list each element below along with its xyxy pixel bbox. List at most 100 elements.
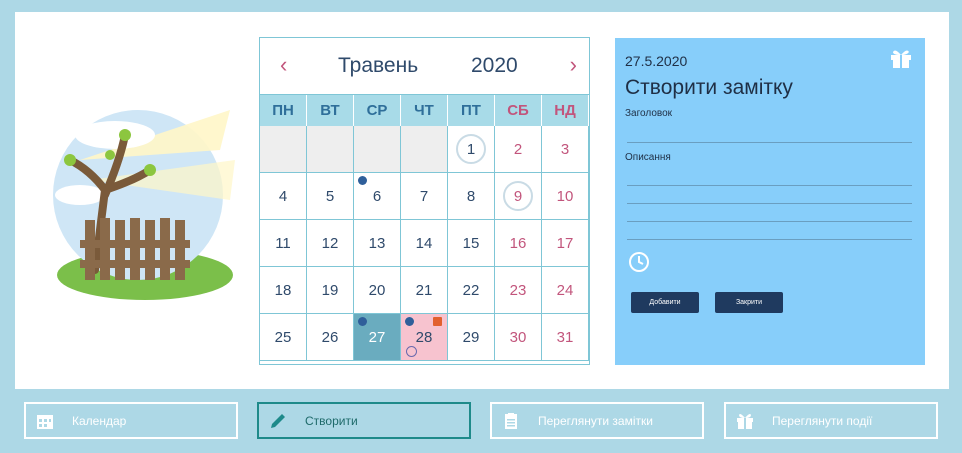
calendar-header: ‹ Травень 2020 › xyxy=(260,38,589,95)
day-number: 23 xyxy=(509,281,527,299)
gift-icon[interactable] xyxy=(890,48,912,68)
day-number: 29 xyxy=(462,328,480,346)
description-line xyxy=(627,203,912,204)
pencil-icon xyxy=(271,413,285,428)
day-number: 2 xyxy=(513,140,523,158)
day-cell[interactable]: 4 xyxy=(260,173,307,220)
day-number: 9 xyxy=(513,187,523,205)
globe-icon xyxy=(358,317,367,326)
day-cell[interactable]: 27 xyxy=(354,314,401,361)
day-cell[interactable]: 6 xyxy=(354,173,401,220)
gift-icon xyxy=(433,317,442,326)
day-number: 30 xyxy=(509,328,527,346)
day-cell[interactable]: 12 xyxy=(307,220,354,267)
day-cell[interactable]: 11 xyxy=(260,220,307,267)
close-button[interactable]: Закрити xyxy=(715,292,783,313)
day-number: 20 xyxy=(368,281,386,299)
calendar-icon xyxy=(37,414,53,429)
day-number: 7 xyxy=(419,187,429,205)
day-cell[interactable]: 20 xyxy=(354,267,401,314)
day-cell[interactable]: 23 xyxy=(495,267,542,314)
globe-icon xyxy=(358,176,367,185)
tab-label: Переглянути події xyxy=(772,413,873,428)
tab-view-events[interactable]: Переглянути події xyxy=(724,402,938,439)
next-month-button[interactable]: › xyxy=(570,52,577,78)
title-label: Заголовок xyxy=(625,108,673,119)
day-number: 1 xyxy=(466,140,476,158)
gift-icon xyxy=(737,413,753,429)
spring-tree-illustration xyxy=(53,110,235,300)
add-button[interactable]: Добавити xyxy=(631,292,699,313)
day-cell[interactable]: 31 xyxy=(542,314,589,361)
day-number: 6 xyxy=(372,187,382,205)
clipboard-icon xyxy=(505,412,517,429)
description-line xyxy=(627,239,912,240)
day-cell[interactable]: 3 xyxy=(542,126,589,173)
day-number: 26 xyxy=(321,328,339,346)
day-cell[interactable]: 29 xyxy=(448,314,495,361)
empty-day-cell xyxy=(354,126,401,173)
calendar: ‹ Травень 2020 › ПН ВТ СР ЧТ ПТ СБ НД 1 2 3 4 5 6 7 8 9… xyxy=(259,37,590,365)
day-cell[interactable]: 19 xyxy=(307,267,354,314)
day-number: 22 xyxy=(462,281,480,299)
day-number: 31 xyxy=(556,328,574,346)
clock-icon[interactable] xyxy=(628,251,650,273)
day-cell[interactable]: 9 xyxy=(495,173,542,220)
day-cell[interactable]: 15 xyxy=(448,220,495,267)
note-heading: Створити замітку xyxy=(625,76,793,99)
tab-calendar[interactable]: Календар xyxy=(24,402,238,439)
day-cell[interactable]: 13 xyxy=(354,220,401,267)
tab-label: Переглянути замітки xyxy=(538,413,653,428)
day-cell[interactable]: 16 xyxy=(495,220,542,267)
day-cell[interactable]: 18 xyxy=(260,267,307,314)
day-number: 15 xyxy=(462,234,480,252)
calendar-grid: ПН ВТ СР ЧТ ПТ СБ НД 1 2 3 4 5 6 7 8 9 10 11 12 13 14 15 16 17 1… xyxy=(260,95,589,361)
tab-label: Створити xyxy=(305,413,358,428)
tab-label: Календар xyxy=(72,413,127,428)
day-number: 16 xyxy=(509,234,527,252)
description-label: Описання xyxy=(625,152,671,163)
note-date: 27.5.2020 xyxy=(625,53,688,69)
day-cell[interactable]: 17 xyxy=(542,220,589,267)
tab-view-notes[interactable]: Переглянути замітки xyxy=(490,402,704,439)
day-number: 12 xyxy=(321,234,339,252)
year-label: 2020 xyxy=(471,54,518,77)
day-number: 8 xyxy=(466,187,476,205)
day-number: 19 xyxy=(321,281,339,299)
day-cell[interactable]: 2 xyxy=(495,126,542,173)
empty-day-cell xyxy=(307,126,354,173)
day-cell[interactable]: 28 xyxy=(401,314,448,361)
globe-icon xyxy=(405,317,414,326)
day-number: 4 xyxy=(278,187,288,205)
tab-create[interactable]: Створити xyxy=(257,402,471,439)
day-cell[interactable]: 10 xyxy=(542,173,589,220)
weekday-header: СБ xyxy=(495,95,542,126)
day-number: 18 xyxy=(274,281,292,299)
title-underline xyxy=(627,142,912,143)
day-cell[interactable]: 5 xyxy=(307,173,354,220)
day-number: 17 xyxy=(556,234,574,252)
prev-month-button[interactable]: ‹ xyxy=(280,52,287,78)
day-cell[interactable]: 7 xyxy=(401,173,448,220)
day-cell[interactable]: 22 xyxy=(448,267,495,314)
day-cell[interactable]: 26 xyxy=(307,314,354,361)
day-cell[interactable]: 1 xyxy=(448,126,495,173)
day-number: 11 xyxy=(275,234,291,252)
clock-icon xyxy=(406,346,417,357)
day-cell[interactable]: 24 xyxy=(542,267,589,314)
title-input[interactable] xyxy=(627,124,916,142)
day-number: 3 xyxy=(560,140,570,158)
month-label: Травень xyxy=(338,54,419,77)
create-note-panel: 27.5.2020 Створити замітку Заголовок Опи… xyxy=(615,38,925,365)
day-cell[interactable]: 30 xyxy=(495,314,542,361)
day-number: 28 xyxy=(415,328,433,346)
description-line xyxy=(627,185,912,186)
day-cell[interactable]: 8 xyxy=(448,173,495,220)
day-number: 13 xyxy=(368,234,386,252)
day-cell[interactable]: 14 xyxy=(401,220,448,267)
weekday-header: СР xyxy=(354,95,401,126)
weekday-header: ЧТ xyxy=(401,95,448,126)
day-cell[interactable]: 25 xyxy=(260,314,307,361)
day-cell[interactable]: 21 xyxy=(401,267,448,314)
empty-day-cell xyxy=(260,126,307,173)
